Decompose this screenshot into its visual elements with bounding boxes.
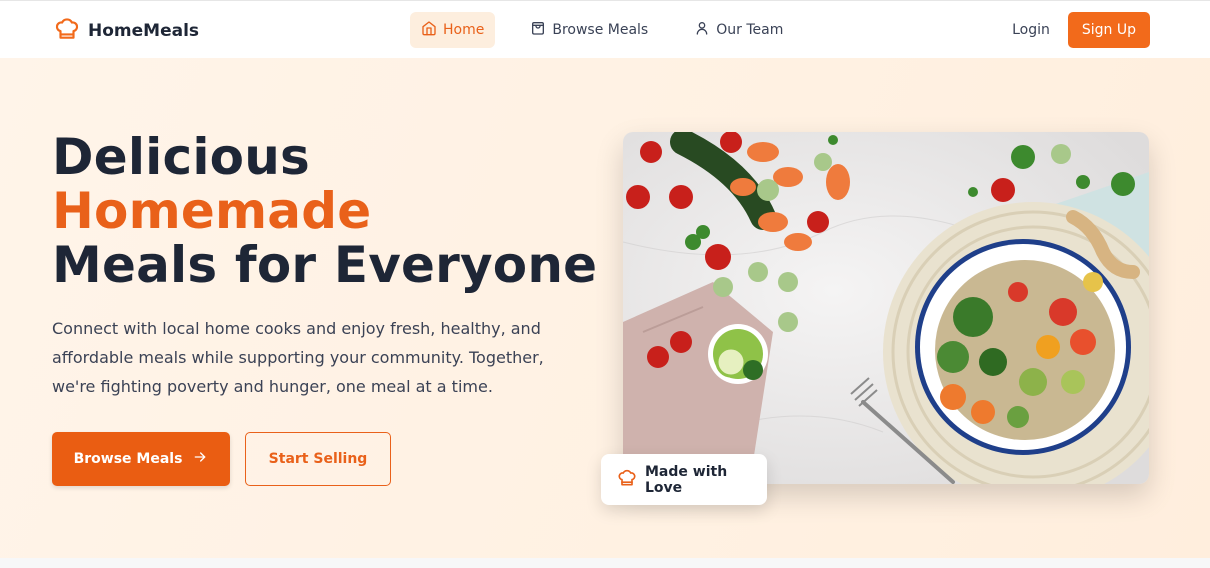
hero-title-line1: Delicious [52, 128, 310, 186]
section-divider [0, 558, 1210, 568]
hero-title: Delicious Homemade Meals for Everyone [52, 130, 597, 292]
user-icon [694, 20, 710, 40]
arrow-right-icon [192, 449, 208, 469]
login-link[interactable]: Login [1012, 22, 1050, 38]
brand-logo[interactable]: HomeMeals [54, 16, 199, 46]
made-with-love-badge: Made with Love [601, 454, 767, 505]
browse-meals-button[interactable]: Browse Meals [52, 432, 230, 486]
nav-actions: Login Sign Up [1012, 12, 1150, 48]
signup-button[interactable]: Sign Up [1067, 12, 1150, 48]
chef-hat-icon [617, 468, 637, 492]
nav-our-team[interactable]: Our Team [683, 12, 794, 48]
navbar: HomeMeals Home Browse Meals Our Team Log… [0, 0, 1210, 58]
nav-our-team-label: Our Team [716, 22, 784, 38]
hero-title-accent: Homemade [52, 182, 372, 240]
browse-meals-button-label: Browse Meals [73, 451, 183, 467]
hero-food-image [623, 132, 1149, 484]
start-selling-button[interactable]: Start Selling [245, 432, 391, 486]
shopping-bag-icon [530, 20, 546, 40]
nav-home[interactable]: Home [410, 12, 496, 48]
chef-hat-icon [54, 16, 80, 46]
hero-section: Delicious Homemade Meals for Everyone Co… [0, 58, 1210, 558]
hero-title-line3: Meals for Everyone [52, 236, 598, 294]
hero-description: Connect with local home cooks and enjoy … [52, 319, 544, 396]
badge-label: Made with Love [645, 463, 728, 496]
brand-name: HomeMeals [88, 21, 200, 41]
nav-browse-meals[interactable]: Browse Meals [519, 12, 659, 48]
nav-browse-meals-label: Browse Meals [552, 22, 649, 38]
nav-home-label: Home [443, 22, 485, 38]
home-icon [421, 20, 437, 40]
nav-links: Home Browse Meals Our Team [410, 12, 794, 48]
